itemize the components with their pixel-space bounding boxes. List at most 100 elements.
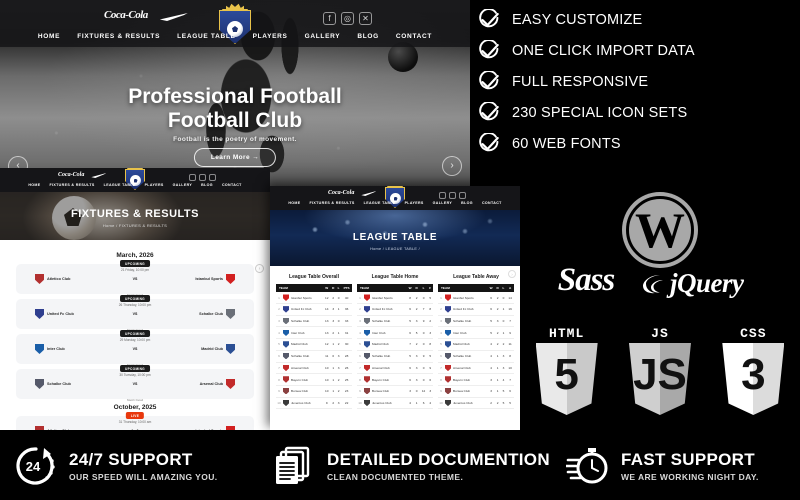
table-row[interactable]: 4 Inter Club 6 5 0 3 (357, 326, 433, 340)
team-logo-icon (364, 329, 370, 337)
nav-item-gallery[interactable]: GALLERY (173, 183, 193, 187)
table-row[interactable]: 8 Bayern Club 6 3 0 6 (357, 373, 433, 386)
table-row[interactable]: 3 Schalke Club 5 3 9 2 (357, 315, 433, 328)
table-row[interactable]: 3 Schalke Club 5 3 0 7 (438, 315, 514, 328)
slider-next-arrow-icon[interactable]: › (442, 156, 462, 176)
table-row[interactable]: 7 Arsenal Club 10 1 3 26 (276, 362, 352, 375)
nav-item-fixtures[interactable]: FIXTURES & RESULTS (50, 183, 95, 187)
match-card[interactable]: UPCOMING Schalke Club 30 Tuesday, 10:00 pm… (16, 365, 254, 402)
away-team: Istanbul Sports (163, 426, 235, 430)
x-twitter-icon[interactable] (459, 192, 466, 199)
league-social-links[interactable] (439, 192, 466, 199)
facebook-icon[interactable] (439, 192, 446, 199)
match-datetime: 21 Friday, 10:00 pm (120, 267, 150, 272)
social-links[interactable]: f ◎ ✕ (323, 12, 372, 25)
table-row[interactable]: 7 Arsenal Club 6 3 0 9 (357, 362, 433, 375)
table-row[interactable]: 10 Juventus Club 4 1 6 4 (357, 397, 433, 410)
instagram-icon[interactable] (449, 192, 456, 199)
table-row[interactable]: 3 Schalke Club 13 3 0 33 (276, 315, 352, 328)
nav-item-gallery[interactable]: GALLERY (433, 201, 453, 205)
team-cell: Arsenal Club (282, 362, 324, 375)
nav-item-home[interactable]: HOME (28, 183, 40, 187)
table-row[interactable]: 5 Madrid Club 12 1 2 30 (276, 338, 352, 351)
league-table-screenshot: Coca-Cola HOME FIXTURES & RESULTS LEAGUE… (270, 186, 520, 430)
nav-item-contact[interactable]: CONTACT (222, 183, 242, 187)
league-tables-area: › League Table Overall TEAM W D L PTS 1 Istanbu… (270, 266, 520, 430)
away-team-name: Madrid Club (201, 347, 223, 351)
table-row[interactable]: 6 Schalke Club 4 1 3 8 (438, 350, 514, 363)
nav-item-contact[interactable]: CONTACT (482, 201, 502, 205)
table-row[interactable]: 5 Madrid Club 4 2 2 11 (438, 338, 514, 351)
table-row[interactable]: 9 Borsea Club 10 1 2 23 (276, 385, 352, 398)
table-row[interactable]: 9 Borsea Club 3 1 5 6 (438, 385, 514, 398)
nav-item-league-table[interactable]: LEAGUE TABLE (177, 33, 235, 40)
nav-item-gallery[interactable]: GALLERY (305, 33, 341, 40)
nav-item-league-table[interactable]: LEAGUE TABLE (364, 201, 396, 205)
instagram-icon[interactable]: ◎ (341, 12, 354, 25)
table-row[interactable]: 1 Istanbul Sports 12 2 0 40 (276, 292, 352, 305)
feature-label: EASY CUSTOMIZE (512, 11, 643, 28)
scroll-top-button[interactable]: › (508, 270, 516, 278)
facebook-icon[interactable]: f (323, 12, 336, 25)
x-twitter-icon[interactable]: ✕ (359, 12, 372, 25)
breadcrumb: Home / LEAGUE TABLE / (370, 247, 420, 251)
table-row[interactable]: 2 United Fc Club 6 2 7 8 (357, 303, 433, 316)
main-navigation[interactable]: HOME FIXTURES & RESULTS LEAGUE TABLE PLA… (0, 33, 470, 40)
fixtures-navigation[interactable]: HOME FIXTURES & RESULTS LEAGUE TABLE PLA… (0, 183, 270, 187)
table-row[interactable]: 6 Schalke Club 11 0 3 28 (276, 350, 352, 363)
stat-cell: 8 (427, 303, 433, 316)
table-row[interactable]: 4 Inter Club 5 2 1 9 (438, 326, 514, 340)
table-row[interactable]: 10 Juventus Club 2 2 5 5 (438, 397, 514, 410)
x-twitter-icon[interactable] (209, 174, 216, 181)
match-detail-link[interactable]: Match Detail (127, 398, 143, 402)
team-logo-icon (364, 352, 370, 360)
sponsor-logos: Coca-Cola (104, 9, 188, 21)
team-cell: Bayern Club (444, 373, 488, 386)
table-row[interactable]: 2 United Fc Club 6 2 1 16 (438, 303, 514, 316)
table-row[interactable]: 2 United Fc Club 14 3 1 36 (276, 303, 352, 316)
table-row[interactable]: 5 Madrid Club 7 2 0 8 (357, 338, 433, 351)
table-row[interactable]: 4 Inter Club 13 2 1 31 (276, 326, 352, 340)
table-row[interactable]: 9 Borsea Club 3 0 12 3 (357, 385, 433, 398)
nav-item-home[interactable]: HOME (288, 201, 300, 205)
table-row[interactable]: 1 Istanbul Sports 8 2 0 5 (357, 292, 433, 305)
nav-item-blog[interactable]: BLOG (201, 183, 213, 187)
nav-item-blog[interactable]: BLOG (461, 201, 473, 205)
nav-item-contact[interactable]: CONTACT (396, 33, 432, 40)
match-card[interactable]: UPCOMING United Fc Club 26 Thursday, 10:00… (16, 295, 254, 332)
nav-item-players[interactable]: PLAYERS (253, 33, 288, 40)
match-card[interactable]: UPCOMING Inter Club 29 Monday, 10:00 pm VS M… (16, 330, 254, 367)
breadcrumb: Home / FIXTURES & RESULTS (102, 223, 168, 228)
league-navigation[interactable]: HOME FIXTURES & RESULTS LEAGUE TABLE PLA… (270, 201, 520, 205)
wordpress-icon: W (622, 192, 698, 268)
home-team: Inter Club (35, 344, 107, 354)
nav-item-blog[interactable]: BLOG (357, 33, 379, 40)
team-name: Inter Club (453, 330, 467, 335)
check-circle-icon (478, 101, 500, 124)
coca-cola-logo-icon: Coca-Cola (58, 171, 85, 178)
table-row[interactable]: 10 Juventus Club 9 2 3 22 (276, 397, 352, 410)
table-row[interactable]: 1 Istanbul Sports 6 2 0 14 (438, 292, 514, 305)
nav-item-home[interactable]: HOME (38, 33, 60, 40)
match-status-badge: UPCOMING (120, 295, 150, 303)
team-logo-icon (364, 294, 370, 301)
match-card[interactable]: UPCOMING Atletico Club 21 Friday, 10:00 pm… (16, 260, 254, 297)
scroll-top-button[interactable]: › (255, 264, 264, 273)
hero-subtitle: Football is the poetry of movement. (173, 136, 297, 143)
nav-item-players[interactable]: PLAYERS (405, 201, 424, 205)
standings-table: TEAM W D L PTS 1 Istanbul Sports 12 2 0 40 2 United … (276, 284, 352, 410)
facebook-icon[interactable] (189, 174, 196, 181)
nav-item-players[interactable]: PLAYERS (145, 183, 164, 187)
table-row[interactable]: 7 Arsenal Club 4 1 3 10 (438, 362, 514, 375)
learn-more-button[interactable]: Learn More → (193, 148, 277, 167)
nav-item-fixtures[interactable]: FIXTURES & RESULTS (77, 33, 160, 40)
match-card[interactable]: LIVE Atletico Club 31 Thursday, 10:00 am 1 … (16, 412, 254, 430)
table-row[interactable]: 8 Bayern Club 10 1 2 25 (276, 373, 352, 386)
stat-cell: 7 (506, 315, 514, 328)
fixtures-social-links[interactable] (189, 174, 216, 181)
table-row[interactable]: 6 Schalke Club 5 3 9 5 (357, 350, 433, 363)
table-row[interactable]: 8 Bayern Club 3 1 4 7 (438, 373, 514, 386)
nav-item-fixtures[interactable]: FIXTURES & RESULTS (310, 201, 355, 205)
instagram-icon[interactable] (199, 174, 206, 181)
nav-item-league-table[interactable]: LEAGUE TABLE (104, 183, 136, 187)
